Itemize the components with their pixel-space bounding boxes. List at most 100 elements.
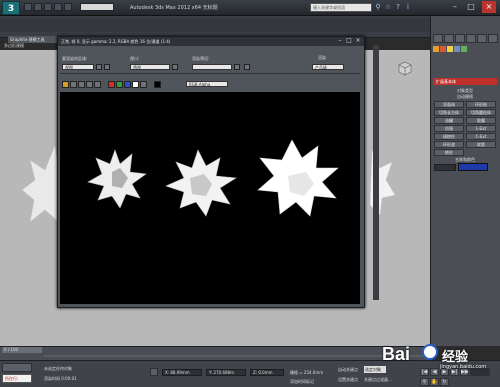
- prism-button[interactable]: 棱柱: [434, 149, 464, 156]
- channel-display-dropdown[interactable]: RGB Alpha: [186, 81, 228, 87]
- add-time-tag-button[interactable]: 添加时间标记: [290, 379, 314, 385]
- ribbon-tab-graphite[interactable]: Graphite 建模工具: [8, 36, 64, 43]
- render-time-prompt: 渲染时间 0:00:01: [44, 376, 77, 381]
- viewport-dropdown[interactable]: 透视: [130, 64, 170, 70]
- render-preset-dropdown[interactable]: [192, 64, 232, 70]
- binoculars-icon[interactable]: ⚲: [374, 3, 382, 12]
- timeline-ticks: [44, 355, 428, 357]
- pan-icon[interactable]: ✋: [430, 378, 439, 386]
- autogrid-checkbox[interactable]: 自动栅格: [433, 94, 497, 100]
- watermark-text: Bai: [382, 344, 411, 364]
- open-icon[interactable]: [34, 3, 42, 11]
- command-panel: [430, 16, 500, 346]
- y-coordinate-field[interactable]: Y: 270.698m: [206, 369, 246, 376]
- hose-button[interactable]: 软管: [466, 141, 496, 148]
- x-coordinate-field[interactable]: X: 88.99mm: [162, 369, 202, 376]
- new-icon[interactable]: [24, 3, 32, 11]
- geometry-icon[interactable]: [433, 46, 439, 52]
- gengon-button[interactable]: 球棱柱: [434, 133, 464, 140]
- paw-icon: [422, 344, 438, 360]
- edit-region-icon[interactable]: [96, 64, 102, 70]
- help-icon[interactable]: ?: [394, 3, 402, 12]
- maxscript-mini-listener[interactable]: 所在行:: [2, 374, 32, 383]
- maximize-button[interactable]: □: [464, 1, 478, 13]
- zoom-icon[interactable]: ⚲: [420, 378, 429, 386]
- rendered-objects: [87, 139, 339, 217]
- grid-size-display: 栅格 = 254.0mm: [290, 370, 324, 375]
- chamfer-cyl-button[interactable]: 切角圆柱体: [466, 109, 496, 116]
- utilities-tab-icon[interactable]: [488, 34, 498, 43]
- toolbar-divider: [60, 73, 360, 74]
- auto-key-button[interactable]: 自动关键点: [338, 367, 358, 373]
- environment-icon[interactable]: [244, 64, 250, 70]
- primitive-type-dropdown[interactable]: 扩展基本体: [433, 78, 497, 85]
- star-icon[interactable]: ☆: [384, 3, 392, 12]
- clear-icon[interactable]: [94, 81, 101, 88]
- render-button[interactable]: 渲染: [318, 55, 326, 61]
- object-name-field[interactable]: [434, 164, 456, 171]
- viewcube-icon[interactable]: [396, 60, 414, 78]
- render-window-minimize-button[interactable]: –: [336, 37, 344, 45]
- key-filters-button[interactable]: 关键点过滤器...: [364, 377, 392, 383]
- orbit-icon[interactable]: ↻: [440, 378, 449, 386]
- close-button[interactable]: ×: [482, 1, 496, 13]
- lock-selection-icon[interactable]: [150, 368, 158, 376]
- ribbon-subtab[interactable]: 多边形建模: [4, 43, 54, 49]
- monochrome-icon[interactable]: [140, 81, 147, 88]
- minimize-button[interactable]: –: [448, 1, 462, 13]
- main-toolbar: [0, 18, 430, 32]
- l-ext-button[interactable]: L-Ext: [466, 125, 496, 132]
- green-channel-icon[interactable]: [116, 81, 123, 88]
- production-dropdown[interactable]: 产品级: [312, 64, 344, 70]
- hierarchy-tab-icon[interactable]: [455, 34, 465, 43]
- create-tab-icon[interactable]: [433, 34, 443, 43]
- area-to-render-dropdown[interactable]: 视图: [62, 64, 94, 70]
- modify-tab-icon[interactable]: [444, 34, 454, 43]
- lock-viewport-icon[interactable]: [172, 64, 178, 70]
- alpha-channel-icon[interactable]: [132, 81, 139, 88]
- red-channel-icon[interactable]: [108, 81, 115, 88]
- watermark-suffix: 经验: [442, 350, 469, 365]
- c-ext-button[interactable]: C-Ext: [466, 133, 496, 140]
- capsule-button[interactable]: 胶囊: [466, 117, 496, 124]
- render-window-close-button[interactable]: ×: [354, 37, 362, 45]
- lights-icon[interactable]: [447, 46, 453, 52]
- baidu-watermark: Bai 经验 jingyan.baidu.com: [380, 342, 500, 372]
- set-key-button[interactable]: 设置关键点: [338, 377, 358, 383]
- display-color-swatch[interactable]: [154, 81, 161, 88]
- z-coordinate-field[interactable]: Z: 0.0mm: [250, 369, 284, 376]
- redo-icon[interactable]: [64, 3, 72, 11]
- app-logo[interactable]: 3: [2, 1, 20, 15]
- render-window-maximize-button[interactable]: □: [345, 37, 353, 45]
- workspace-dropdown[interactable]: [80, 3, 114, 11]
- save-icon[interactable]: [44, 3, 52, 11]
- render-preset-label: 渲染预设:: [192, 56, 210, 61]
- print-icon[interactable]: [86, 81, 93, 88]
- search-input[interactable]: 键入关键字或短语: [310, 3, 372, 12]
- ringwave-button[interactable]: 环形波: [434, 141, 464, 148]
- cameras-icon[interactable]: [454, 46, 460, 52]
- undo-icon[interactable]: [54, 3, 62, 11]
- spindle-button[interactable]: 纺锤: [434, 125, 464, 132]
- clone-frame-icon[interactable]: [78, 81, 85, 88]
- copy-image-icon[interactable]: [70, 81, 77, 88]
- auto-region-icon[interactable]: [104, 64, 110, 70]
- hedra-button[interactable]: 异面体: [434, 101, 464, 108]
- helpers-icon[interactable]: [461, 46, 467, 52]
- category-icons[interactable]: [433, 46, 497, 53]
- time-slider[interactable]: 0 / 100: [2, 347, 42, 353]
- chamfer-box-button[interactable]: 切角长方体: [434, 109, 464, 116]
- watermark-url: jingyan.baidu.com: [440, 364, 487, 370]
- object-color-swatch[interactable]: [458, 163, 488, 171]
- motion-tab-icon[interactable]: [466, 34, 476, 43]
- blue-channel-icon[interactable]: [124, 81, 131, 88]
- viewport-scrollbar[interactable]: [373, 45, 379, 300]
- oil-tank-button[interactable]: 油罐: [434, 117, 464, 124]
- display-tab-icon[interactable]: [477, 34, 487, 43]
- save-image-icon[interactable]: [62, 81, 69, 88]
- torus-knot-button[interactable]: 环形结: [466, 101, 496, 108]
- shapes-icon[interactable]: [440, 46, 446, 52]
- maxscript-listener-button[interactable]: [2, 363, 32, 372]
- info-icon[interactable]: i: [404, 3, 412, 12]
- render-setup-icon[interactable]: [234, 64, 240, 70]
